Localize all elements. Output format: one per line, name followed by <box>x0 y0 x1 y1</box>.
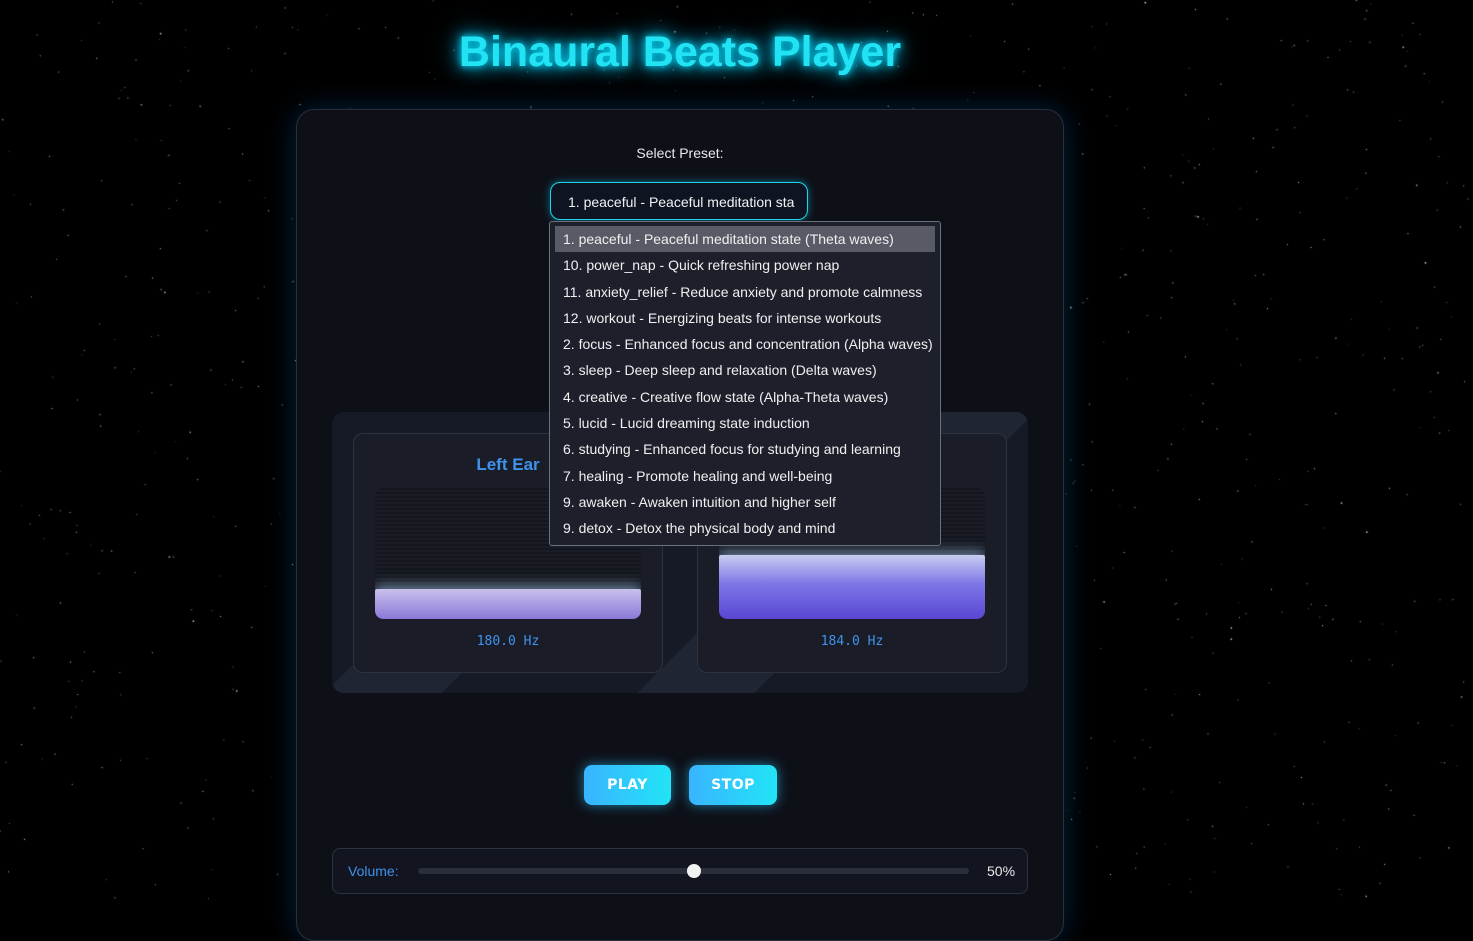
preset-option[interactable]: 1. peaceful - Peaceful meditation state … <box>555 226 935 253</box>
preset-select[interactable]: 1. peaceful - Peaceful meditation sta <box>550 182 808 220</box>
right-ear-frequency: 184.0 Hz <box>820 634 884 649</box>
volume-value: 50% <box>987 863 1016 879</box>
preset-option[interactable]: 6. studying - Enhanced focus for studyin… <box>555 436 935 462</box>
volume-control: Volume: 50% <box>332 848 1028 894</box>
preset-option[interactable]: 11. anxiety_relief - Reduce anxiety and … <box>555 279 935 305</box>
preset-option[interactable]: 7. healing - Promote healing and well-be… <box>555 463 935 489</box>
preset-option[interactable]: 9. detox - Detox the physical body and m… <box>555 515 935 541</box>
slider-thumb-icon[interactable] <box>686 864 701 878</box>
preset-option[interactable]: 10. power_nap - Quick refreshing power n… <box>555 252 935 278</box>
preset-option[interactable]: 5. lucid - Lucid dreaming state inductio… <box>555 410 935 436</box>
preset-option[interactable]: 2. focus - Enhanced focus and concentrat… <box>555 331 935 357</box>
left-ear-frequency: 180.0 Hz <box>476 634 540 649</box>
left-ear-meter-fill <box>375 588 641 619</box>
preset-label: Select Preset: <box>636 145 724 161</box>
preset-option[interactable]: 4. creative - Creative flow state (Alpha… <box>555 384 935 410</box>
preset-option[interactable]: 12. workout - Energizing beats for inten… <box>555 305 935 331</box>
right-ear-meter-fill <box>719 554 985 619</box>
volume-slider[interactable] <box>418 864 969 878</box>
app-title: Binaural Beats Player <box>458 28 902 76</box>
play-button[interactable]: PLAY <box>584 765 671 805</box>
preset-dropdown-list[interactable]: 1. peaceful - Peaceful meditation state … <box>549 221 941 546</box>
preset-option[interactable]: 3. sleep - Deep sleep and relaxation (De… <box>555 357 935 383</box>
volume-label: Volume: <box>348 863 399 879</box>
preset-option[interactable]: 9. awaken - Awaken intuition and higher … <box>555 489 935 515</box>
stop-button[interactable]: STOP <box>689 765 777 805</box>
